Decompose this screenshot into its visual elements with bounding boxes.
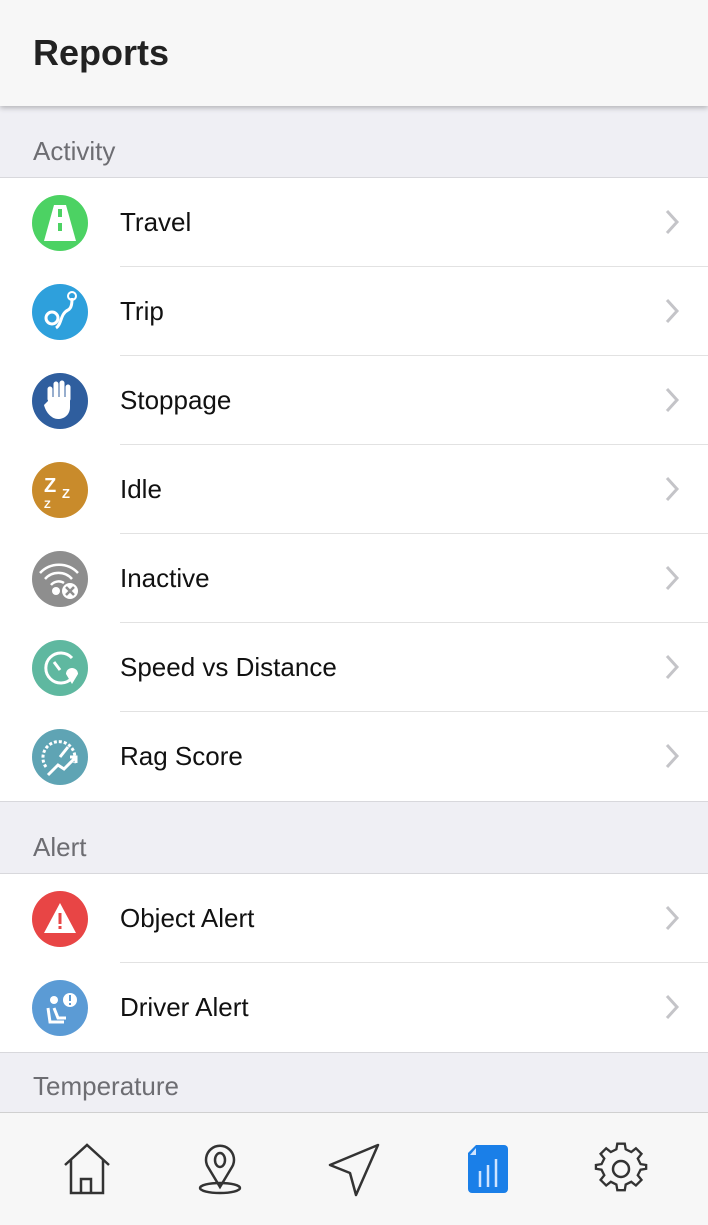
list-item-object-alert[interactable]: Object Alert [0,874,708,963]
list-item-driver-alert[interactable]: Driver Alert [0,963,708,1052]
chevron-right-icon [665,298,680,324]
page-title: Reports [33,32,170,73]
list-item-inactive[interactable]: Inactive [0,534,708,623]
chevron-right-icon [665,387,680,413]
navigation-icon[interactable] [319,1134,389,1204]
list-item-label: Speed vs Distance [120,623,708,712]
reports-icon[interactable] [453,1134,523,1204]
list-item-travel[interactable]: Travel [0,178,708,267]
activity-list: Travel Trip Stoppage Z Z Z Idle Inactive Speed v… [0,178,708,802]
speed-distance-icon [32,639,88,696]
bottom-nav [0,1112,708,1225]
list-item-trip[interactable]: Trip [0,267,708,356]
app-header: Reports [0,0,708,106]
route-icon [32,283,88,340]
list-item-label: Trip [120,267,708,356]
list-item-label: Object Alert [120,874,708,963]
warning-icon [32,890,88,947]
chevron-right-icon [665,654,680,680]
list-item-label: Idle [120,445,708,534]
location-pin-icon[interactable] [185,1134,255,1204]
list-item-rag-score[interactable]: Rag Score [0,712,708,801]
svg-text:Z: Z [44,475,56,497]
chevron-right-icon [665,743,680,769]
list-item-label: Driver Alert [120,992,249,1022]
list-item-label: Stoppage [120,356,708,445]
chevron-right-icon [665,209,680,235]
chevron-right-icon [665,565,680,591]
section-header-temperature: Temperature [0,1053,708,1113]
list-item-label: Inactive [120,534,708,623]
list-item-label: Rag Score [120,741,243,771]
list-item-label: Travel [120,178,708,267]
chevron-right-icon [665,905,680,931]
svg-text:Z: Z [62,486,70,501]
chevron-right-icon [665,476,680,502]
sleep-icon: ZZZ [32,461,88,518]
hand-icon [32,372,88,429]
speedometer-icon [32,728,88,785]
list-item-stoppage[interactable]: Stoppage [0,356,708,445]
driver-alert-icon [32,979,88,1036]
section-header-alert: Alert [0,802,708,874]
list-item-idle[interactable]: Z Z Z Idle [0,445,708,534]
section-header-activity: Activity [0,106,708,178]
svg-text:Z: Z [44,499,51,511]
alert-list: Object Alert Driver Alert [0,874,708,1053]
road-icon [32,194,88,251]
list-item-speed-vs-distance[interactable]: Speed vs Distance [0,623,708,712]
home-icon[interactable] [52,1134,122,1204]
settings-icon[interactable] [586,1134,656,1204]
chevron-right-icon [665,994,680,1020]
wifi-off-icon [32,550,88,607]
